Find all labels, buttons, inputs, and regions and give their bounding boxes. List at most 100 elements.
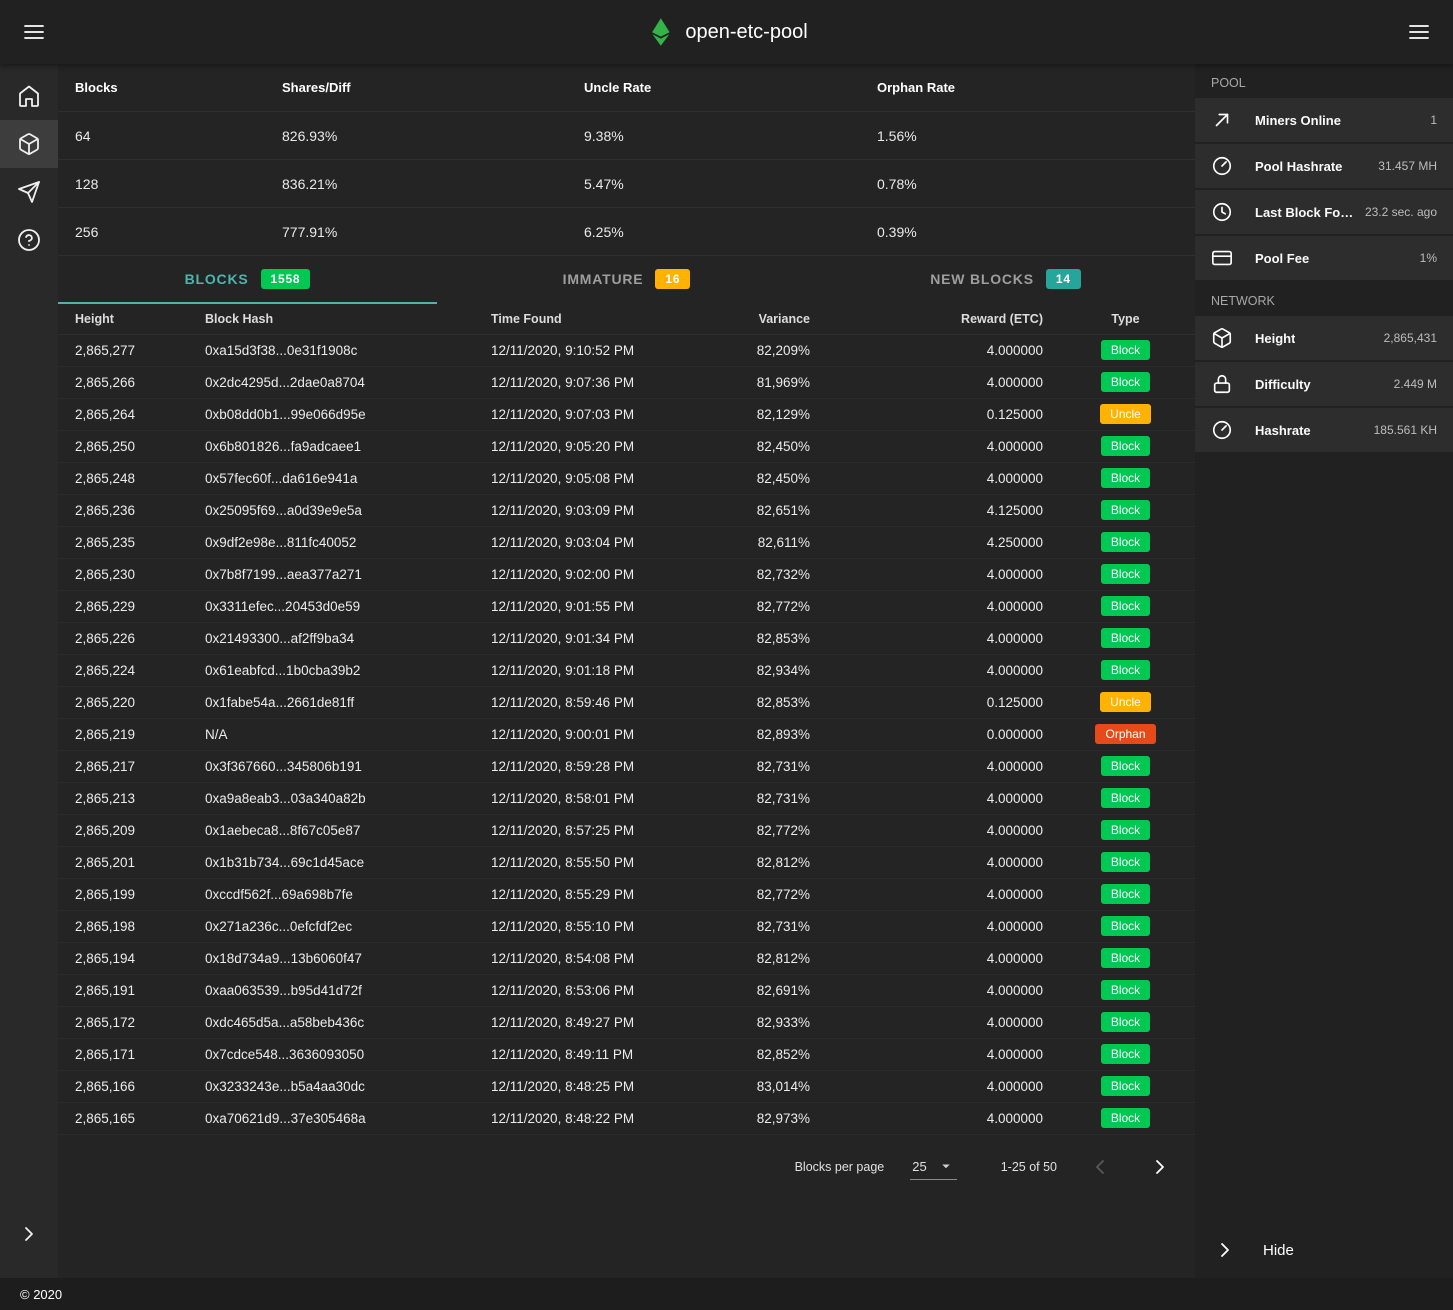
stat-label: Last Block Fo… [1255, 205, 1353, 220]
variance-cell: 82,731% [661, 782, 823, 814]
sidebar-item-payments[interactable] [0, 168, 58, 216]
height-cell: 2,865,194 [58, 942, 205, 974]
variance-cell: 82,731% [661, 750, 823, 782]
hash-cell: 0x7b8f7199...aea377a271 [205, 558, 491, 590]
column-header: Reward (ETC) [823, 304, 1056, 334]
time-cell: 12/11/2020, 8:48:25 PM [491, 1070, 661, 1102]
sidebar-item-blocks[interactable] [0, 120, 58, 168]
hash-cell: 0x3233243e...b5a4aa30dc [205, 1070, 491, 1102]
sidebar-item-home[interactable] [0, 72, 58, 120]
time-cell: 12/11/2020, 9:00:01 PM [491, 718, 661, 750]
page-range-label: 1-25 of 50 [1001, 1160, 1057, 1174]
variance-cell: 82,853% [661, 622, 823, 654]
stat-item-miners-online: Miners Online 1 [1195, 98, 1453, 142]
table-row: 2,865,2660x2dc4295d...2dae0a870412/11/20… [58, 366, 1195, 398]
hash-cell: 0x6b801826...fa9adcaee1 [205, 430, 491, 462]
reward-cell: 4.000000 [823, 878, 1056, 910]
type-cell: Block [1056, 494, 1195, 526]
variance-cell: 82,934% [661, 654, 823, 686]
height-cell: 2,865,250 [58, 430, 205, 462]
reward-cell: 4.000000 [823, 462, 1056, 494]
hide-sidebar-button[interactable]: Hide [1195, 1222, 1453, 1278]
table-row: 2,865,1940x18d734a9...13b6060f4712/11/20… [58, 942, 1195, 974]
table-row: 2,865,1980x271a236c...0efcfdf2ec12/11/20… [58, 910, 1195, 942]
time-cell: 12/11/2020, 8:57:25 PM [491, 814, 661, 846]
type-cell: Block [1056, 1102, 1195, 1134]
stats-cell: 0.39% [877, 224, 1195, 240]
reward-cell: 4.000000 [823, 1102, 1056, 1134]
height-cell: 2,865,226 [58, 622, 205, 654]
variance-cell: 82,893% [661, 718, 823, 750]
sidebar-collapse-button[interactable] [0, 1210, 58, 1258]
trending-up-icon [1211, 109, 1233, 131]
stat-label: Hashrate [1255, 423, 1311, 438]
height-cell: 2,865,264 [58, 398, 205, 430]
stat-label: Pool Hashrate [1255, 159, 1342, 174]
prev-page-button[interactable] [1083, 1150, 1117, 1184]
table-row: 2,865,219N/A12/11/2020, 9:00:01 PM82,893… [58, 718, 1195, 750]
variance-cell: 82,611% [661, 526, 823, 558]
time-cell: 12/11/2020, 8:53:06 PM [491, 974, 661, 1006]
height-cell: 2,865,230 [58, 558, 205, 590]
tab-immature[interactable]: IMMATURE16 [437, 256, 816, 304]
type-cell: Block [1056, 654, 1195, 686]
stat-value: 185.561 KH [1374, 423, 1437, 437]
tab-blocks[interactable]: BLOCKS1558 [58, 256, 437, 304]
next-page-button[interactable] [1143, 1150, 1177, 1184]
right-sidebar: POOLMiners Online1Pool Hashrate31.457 MH… [1195, 64, 1453, 1278]
reward-cell: 4.000000 [823, 846, 1056, 878]
footer: © 2020 [0, 1278, 1453, 1310]
reward-cell: 0.125000 [823, 398, 1056, 430]
copyright-text: © 2020 [20, 1287, 62, 1302]
type-cell: Block [1056, 878, 1195, 910]
stat-label: Miners Online [1255, 113, 1341, 128]
stat-label: Pool Fee [1255, 251, 1309, 266]
height-cell: 2,865,220 [58, 686, 205, 718]
reward-cell: 4.000000 [823, 1006, 1056, 1038]
reward-cell: 4.000000 [823, 942, 1056, 974]
variance-cell: 82,129% [661, 398, 823, 430]
per-page-select[interactable]: 25 [910, 1153, 956, 1180]
type-cell: Block [1056, 942, 1195, 974]
type-badge: Block [1101, 468, 1150, 488]
gauge-icon [1211, 155, 1233, 177]
hamburger-icon [22, 20, 46, 44]
stat-value: 1% [1420, 251, 1437, 265]
help-icon [17, 228, 41, 252]
variance-cell: 82,812% [661, 942, 823, 974]
variance-cell: 82,450% [661, 462, 823, 494]
menu-button-left[interactable] [12, 10, 56, 54]
type-badge: Block [1101, 436, 1150, 456]
variance-cell: 82,812% [661, 846, 823, 878]
height-cell: 2,865,171 [58, 1038, 205, 1070]
stats-header: Shares/Diff [282, 80, 584, 95]
time-cell: 12/11/2020, 8:49:11 PM [491, 1038, 661, 1070]
hash-cell: 0x21493300...af2ff9ba34 [205, 622, 491, 654]
stat-value: 1 [1430, 113, 1437, 127]
type-badge: Block [1101, 852, 1150, 872]
reward-cell: 4.000000 [823, 334, 1056, 366]
tab-new-blocks[interactable]: NEW BLOCKS14 [816, 256, 1195, 304]
hash-cell: 0xa15d3f38...0e31f1908c [205, 334, 491, 366]
variance-cell: 82,209% [661, 334, 823, 366]
height-cell: 2,865,213 [58, 782, 205, 814]
type-cell: Block [1056, 430, 1195, 462]
stats-cell: 777.91% [282, 224, 584, 240]
reward-cell: 4.000000 [823, 750, 1056, 782]
hash-cell: 0x2dc4295d...2dae0a8704 [205, 366, 491, 398]
stat-item-hashrate: Hashrate 185.561 KH [1195, 408, 1453, 452]
menu-button-right[interactable] [1397, 10, 1441, 54]
stat-value: 31.457 MH [1378, 159, 1437, 173]
caret-down-icon [937, 1157, 955, 1175]
hash-cell: 0xa70621d9...37e305468a [205, 1102, 491, 1134]
variance-cell: 81,969% [661, 366, 823, 398]
chevron-right-icon [1213, 1238, 1237, 1262]
sidebar-item-help[interactable] [0, 216, 58, 264]
pagination: Blocks per page 25 1-25 of 50 [58, 1143, 1195, 1191]
table-row: 2,865,2240x61eabfcd...1b0cba39b212/11/20… [58, 654, 1195, 686]
table-row: 2,865,2360x25095f69...a0d39e9e5a12/11/20… [58, 494, 1195, 526]
hash-cell: 0x7cdce548...3636093050 [205, 1038, 491, 1070]
time-cell: 12/11/2020, 9:01:34 PM [491, 622, 661, 654]
time-cell: 12/11/2020, 9:02:00 PM [491, 558, 661, 590]
time-cell: 12/11/2020, 9:05:20 PM [491, 430, 661, 462]
